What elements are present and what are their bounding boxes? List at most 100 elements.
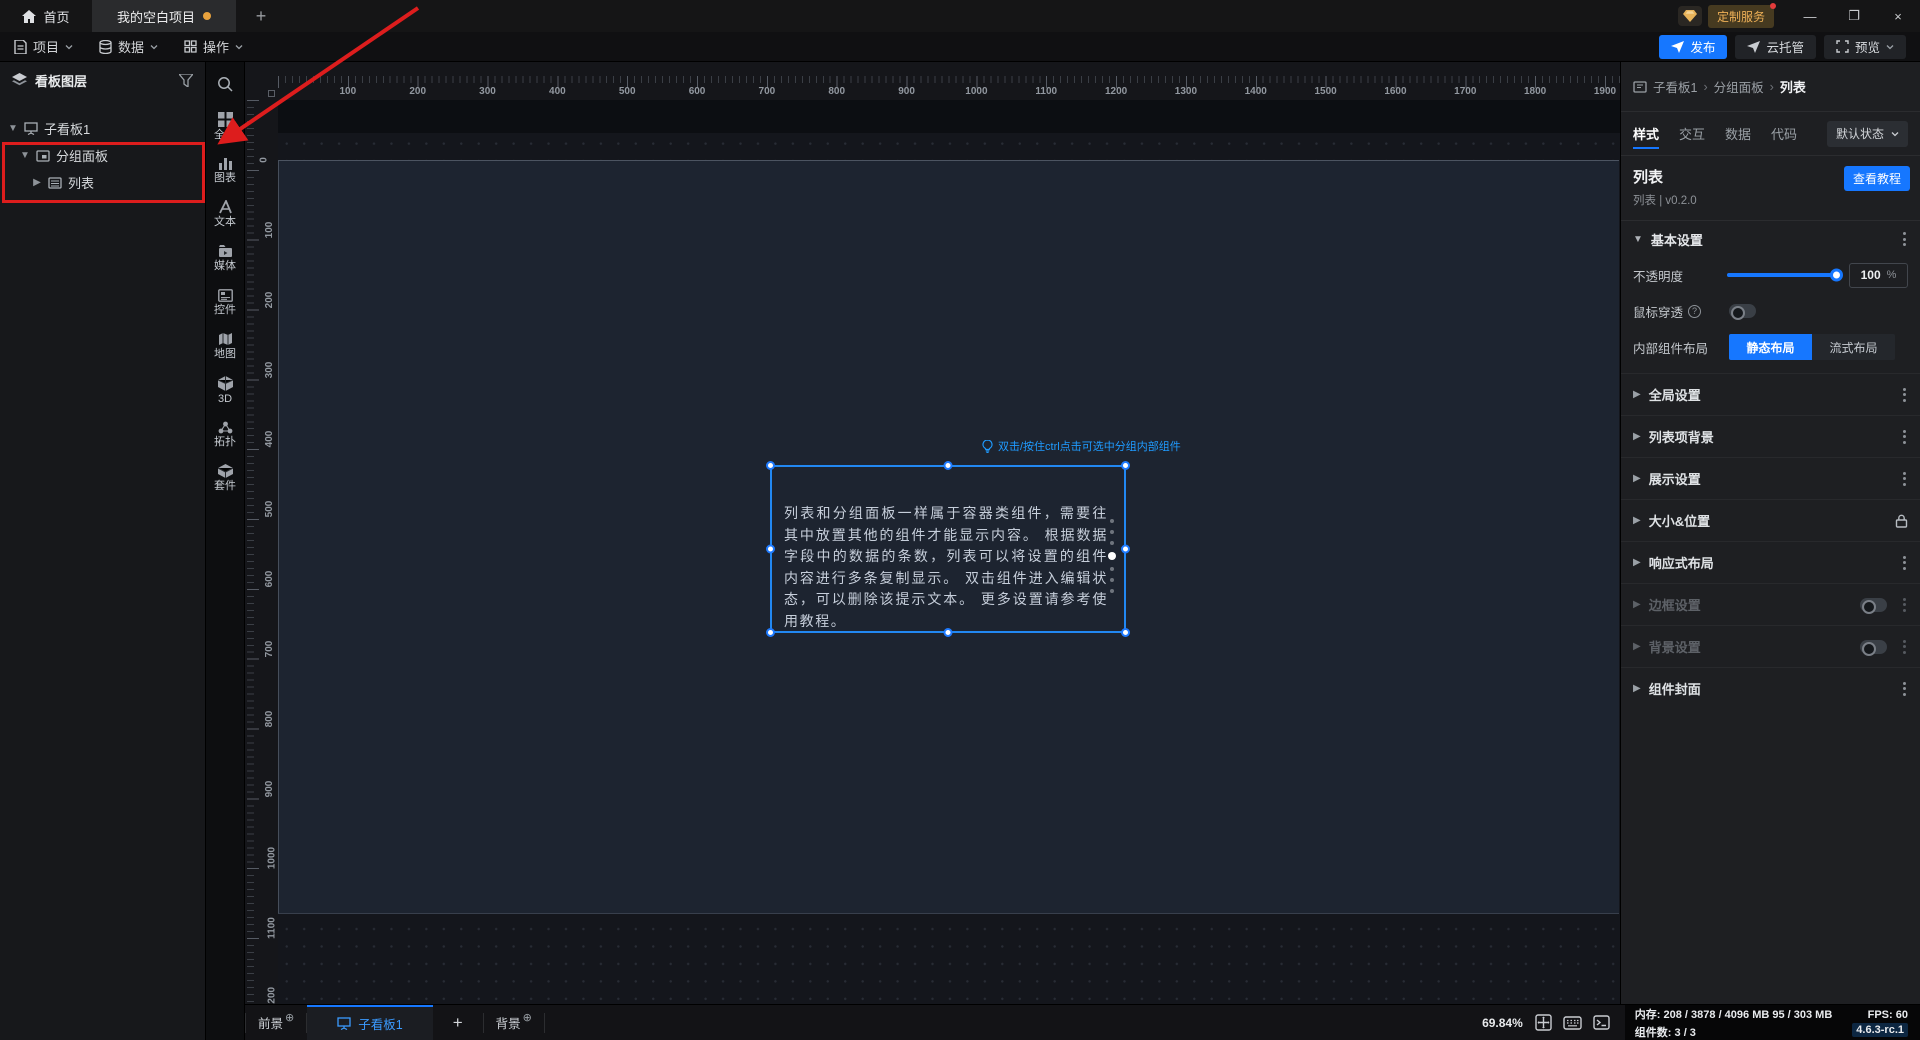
- cloud-host-button[interactable]: 云托管: [1735, 34, 1816, 59]
- tree-item-dashboard[interactable]: ▼ 子看板1: [0, 115, 205, 142]
- breadcrumb-item[interactable]: 分组面板: [1714, 77, 1764, 96]
- window-close-button[interactable]: ×: [1876, 0, 1920, 32]
- layout-static-option[interactable]: 静态布局: [1729, 334, 1812, 360]
- slider-thumb[interactable]: [1830, 268, 1844, 282]
- ruler-label: 1200: [266, 986, 278, 1004]
- menu-actions[interactable]: 操作: [184, 37, 243, 56]
- ruler-label: 500: [263, 500, 275, 518]
- opacity-input[interactable]: 100 %: [1849, 262, 1908, 288]
- tab-interaction[interactable]: 交互: [1679, 112, 1705, 155]
- canvas-viewport[interactable]: 双击/按住ctrl点击可选中分组内部组件 列表和分组面板一样属于容器类组件，需要…: [278, 100, 1620, 1004]
- caret-down-icon[interactable]: ▼: [8, 123, 18, 134]
- home-tab[interactable]: 首页: [0, 0, 92, 32]
- background-settings-toggle[interactable]: [1860, 639, 1887, 656]
- mouse-through-toggle[interactable]: [1729, 304, 1756, 320]
- diamond-icon[interactable]: [1677, 6, 1702, 26]
- resize-handle-nw[interactable]: [766, 461, 775, 470]
- resize-handle-s[interactable]: [943, 628, 953, 637]
- fit-view-icon[interactable]: [1535, 1014, 1552, 1031]
- publish-button[interactable]: 发布: [1659, 34, 1728, 59]
- library-tab-label: 全部: [214, 128, 236, 141]
- background-button[interactable]: 背景 ⊕: [484, 1013, 544, 1032]
- canvas-tooltip: 双击/按住ctrl点击可选中分组内部组件: [982, 438, 1181, 454]
- border-settings-toggle[interactable]: [1860, 597, 1887, 614]
- foreground-button[interactable]: 前景 ⊕: [246, 1013, 306, 1032]
- resize-handle-e[interactable]: [1121, 544, 1130, 554]
- section-display-settings[interactable]: ▶ 展示设置: [1621, 457, 1920, 499]
- library-tab-kits[interactable]: 套件: [206, 456, 244, 500]
- section-list-item-background[interactable]: ▶ 列表项背景: [1621, 415, 1920, 457]
- section-global-settings[interactable]: ▶ 全局设置: [1621, 373, 1920, 415]
- kebab-menu-icon[interactable]: [1901, 386, 1908, 404]
- map-icon: [218, 333, 232, 345]
- zoom-level[interactable]: 69.84%: [1482, 1016, 1523, 1030]
- library-tab-text[interactable]: 文本: [206, 192, 244, 236]
- layout-flow-option[interactable]: 流式布局: [1812, 334, 1895, 360]
- tree-item-list[interactable]: ▶ 列表: [0, 169, 205, 196]
- kebab-menu-icon[interactable]: [1901, 230, 1908, 248]
- section-border-settings[interactable]: ▶ 边框设置: [1621, 583, 1920, 625]
- ruler-origin-corner[interactable]: [245, 62, 278, 100]
- menu-project[interactable]: 项目: [14, 37, 73, 56]
- custom-service-badge[interactable]: 定制服务: [1707, 2, 1777, 28]
- preview-button[interactable]: 预览: [1823, 34, 1906, 59]
- titlebar-spacer: [286, 0, 1678, 32]
- search-icon[interactable]: [217, 76, 233, 92]
- shortcut-keyboard-icon[interactable]: [1563, 1015, 1582, 1030]
- lock-icon[interactable]: [1895, 514, 1908, 528]
- state-selector[interactable]: 默认状态: [1826, 120, 1908, 147]
- add-foreground-icon[interactable]: ⊕: [285, 1013, 294, 1024]
- kebab-menu-icon[interactable]: [1901, 596, 1908, 614]
- resize-handle-se[interactable]: [1121, 628, 1130, 637]
- section-size-position[interactable]: ▶ 大小&位置: [1621, 499, 1920, 541]
- add-background-icon[interactable]: ⊕: [523, 1013, 532, 1024]
- kebab-menu-icon[interactable]: [1901, 470, 1908, 488]
- library-tab-label: 文本: [214, 216, 236, 228]
- basic-settings-header[interactable]: ▼ 基本设置: [1621, 221, 1920, 257]
- console-icon[interactable]: [1593, 1015, 1610, 1030]
- library-tab-3d[interactable]: 3D: [206, 368, 244, 412]
- new-tab-button[interactable]: +: [236, 0, 286, 32]
- kebab-menu-icon[interactable]: [1901, 680, 1908, 698]
- all-components-icon: [217, 111, 233, 127]
- library-tab-charts[interactable]: 图表: [206, 148, 244, 192]
- section-background-settings[interactable]: ▶ 背景设置: [1621, 625, 1920, 667]
- caret-down-icon[interactable]: ▼: [20, 150, 30, 161]
- kebab-menu-icon[interactable]: [1901, 554, 1908, 572]
- vertical-ruler[interactable]: -100010020030040050060070080090010001100…: [245, 100, 278, 1004]
- ruler-label: 1500: [1314, 86, 1337, 97]
- window-maximize-button[interactable]: ❐: [1832, 0, 1876, 32]
- kebab-menu-icon[interactable]: [1901, 428, 1908, 446]
- filter-icon[interactable]: [179, 73, 193, 87]
- resize-handle-n[interactable]: [943, 461, 953, 470]
- tree-item-group-panel[interactable]: ▼ 分组面板: [0, 142, 205, 169]
- resize-handle-ne[interactable]: [1121, 461, 1130, 470]
- selected-list-component[interactable]: 列表和分组面板一样属于容器类组件，需要往其中放置其他的组件才能显示内容。 根据数…: [766, 461, 1130, 637]
- publish-label: 发布: [1690, 41, 1716, 55]
- library-tab-map[interactable]: 地图: [206, 324, 244, 368]
- section-responsive-layout[interactable]: ▶ 响应式布局: [1621, 541, 1920, 583]
- section-component-cover[interactable]: ▶ 组件封面: [1621, 667, 1920, 709]
- resize-handle-sw[interactable]: [766, 628, 775, 637]
- project-tab[interactable]: 我的空白项目: [92, 0, 236, 32]
- tab-style[interactable]: 样式: [1633, 112, 1660, 155]
- window-minimize-button[interactable]: —: [1788, 0, 1832, 32]
- breadcrumb-item[interactable]: 子看板1: [1653, 77, 1697, 96]
- library-tab-media[interactable]: 媒体: [206, 236, 244, 280]
- opacity-slider[interactable]: [1727, 268, 1844, 282]
- resize-handle-w[interactable]: [766, 544, 775, 554]
- library-tab-controls[interactable]: 控件: [206, 280, 244, 324]
- view-tutorial-button[interactable]: 查看教程: [1843, 166, 1910, 191]
- cube-3d-icon: [217, 375, 233, 391]
- tab-data[interactable]: 数据: [1725, 112, 1751, 155]
- kebab-menu-icon[interactable]: [1901, 638, 1908, 656]
- library-tab-all[interactable]: 全部: [206, 104, 244, 148]
- library-tab-topology[interactable]: 拓扑: [206, 412, 244, 456]
- menu-data[interactable]: 数据: [99, 37, 158, 56]
- horizontal-ruler[interactable]: 100 200 300 400 500 600 700 800 900 1000 1100 1200 1…: [278, 62, 1620, 100]
- add-board-button[interactable]: +: [433, 1013, 483, 1033]
- board-tab-active[interactable]: 子看板1: [307, 1004, 433, 1040]
- help-icon[interactable]: [1688, 304, 1702, 318]
- tab-code[interactable]: 代码: [1771, 112, 1797, 155]
- caret-right-icon[interactable]: ▶: [32, 177, 42, 188]
